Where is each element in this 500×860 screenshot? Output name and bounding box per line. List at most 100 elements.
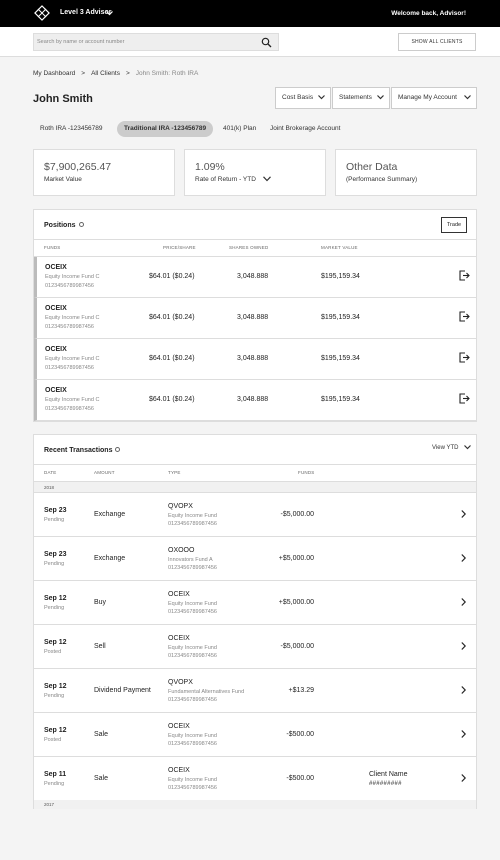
transaction-account: 0123456789987456 bbox=[168, 565, 217, 571]
transaction-account: 0123456789987456 bbox=[168, 785, 217, 791]
transaction-kind: Sale bbox=[94, 731, 109, 738]
position-row: OCEIX Equity Income Fund C 0123456789987… bbox=[34, 380, 476, 421]
tab-401k[interactable]: 401(k) Plan bbox=[223, 121, 256, 137]
role-selector[interactable]: Level 3 Advisor bbox=[60, 9, 112, 16]
transaction-row[interactable]: Sep 12 Posted Sell OCEIX Equity Income F… bbox=[34, 625, 476, 669]
top-bar: Level 3 Advisor Welcome back, Advisor! bbox=[0, 0, 500, 27]
year-divider: 2017 bbox=[34, 800, 476, 809]
header-type: TYPE bbox=[168, 470, 181, 475]
search-input[interactable] bbox=[37, 36, 257, 48]
transaction-account: 0123456789987456 bbox=[168, 521, 217, 527]
position-shares: 3,048.888 bbox=[237, 314, 269, 321]
chevron-right-icon[interactable] bbox=[461, 510, 466, 518]
chevron-right-icon[interactable] bbox=[461, 686, 466, 694]
transaction-ticker: QVOPX bbox=[168, 679, 193, 686]
performance-summary-label: (Performance Summary) bbox=[346, 176, 418, 183]
position-fund: Equity Income Fund C bbox=[45, 397, 100, 403]
transaction-date: Sep 12 bbox=[44, 595, 67, 602]
position-fund: Equity Income Fund C bbox=[45, 274, 100, 280]
view-ytd-dropdown[interactable]: View YTD bbox=[432, 445, 472, 451]
position-shares: 3,048.888 bbox=[237, 273, 269, 280]
transaction-status: Pending bbox=[44, 561, 65, 567]
breadcrumb-separator: > bbox=[125, 70, 130, 77]
transaction-row[interactable]: Sep 11 Pending Sale OCEIX Equity Income … bbox=[34, 757, 476, 801]
position-value: $195,159.34 bbox=[321, 273, 360, 280]
tab-roth-ira[interactable]: Roth IRA -123456789 bbox=[40, 121, 103, 137]
position-value: $195,159.34 bbox=[321, 355, 360, 362]
header-date: DATE bbox=[44, 470, 57, 475]
transactions-panel: Recent Transactions View YTD DATE AMOUNT… bbox=[33, 434, 477, 809]
transaction-kind: Buy bbox=[94, 599, 107, 606]
cost-basis-label: Cost Basis bbox=[282, 94, 314, 101]
chevron-down-icon bbox=[464, 445, 472, 450]
position-value: $195,159.34 bbox=[321, 314, 360, 321]
transaction-value: -$500.00 bbox=[286, 775, 314, 782]
position-price: $64.01 ($0.24) bbox=[149, 314, 195, 321]
transaction-row[interactable]: Sep 12 Posted Sale OCEIX Equity Income F… bbox=[34, 713, 476, 757]
header-shares-owned: SHARES OWNED bbox=[229, 245, 269, 250]
exit-icon[interactable] bbox=[459, 352, 470, 363]
chevron-right-icon[interactable] bbox=[461, 598, 466, 606]
position-row: OCEIX Equity Income Fund C 0123456789987… bbox=[34, 298, 476, 339]
transaction-date: Sep 12 bbox=[44, 727, 67, 734]
manage-account-label: Manage My Account bbox=[398, 94, 457, 101]
transaction-fund: Fundamental Alternatives Fund bbox=[168, 689, 245, 695]
transaction-account: 0123456789987456 bbox=[168, 653, 217, 659]
transaction-row[interactable]: Sep 23 Pending Exchange QVOPX Equity Inc… bbox=[34, 493, 476, 537]
cost-basis-dropdown[interactable]: Cost Basis bbox=[275, 87, 331, 109]
chevron-right-icon[interactable] bbox=[461, 774, 466, 782]
transaction-row[interactable]: Sep 23 Pending Exchange OXOOO Innovators… bbox=[34, 537, 476, 581]
info-icon[interactable] bbox=[115, 446, 121, 452]
transaction-status: Posted bbox=[44, 737, 62, 743]
rate-of-return-label: Rate of Return - YTD bbox=[195, 176, 271, 183]
exit-icon[interactable] bbox=[459, 270, 470, 281]
transaction-ticker: OCEIX bbox=[168, 591, 190, 598]
search-box bbox=[33, 33, 279, 51]
positions-panel: Positions Trade FUNDS PRICE/SHARE SHARES… bbox=[33, 209, 477, 422]
chevron-right-icon[interactable] bbox=[461, 554, 466, 562]
breadcrumb-separator: > bbox=[81, 70, 86, 77]
breadcrumb-current: John Smith: Roth IRA bbox=[135, 70, 199, 77]
transaction-status: Pending bbox=[44, 605, 65, 611]
search-icon[interactable] bbox=[261, 37, 272, 48]
transaction-date: Sep 11 bbox=[44, 771, 67, 778]
trade-button[interactable]: Trade bbox=[441, 217, 467, 233]
positions-title: Positions bbox=[44, 221, 84, 229]
tab-joint-brokerage[interactable]: Joint Brokerage Account bbox=[270, 121, 340, 137]
show-all-clients-button[interactable]: SHOW ALL CLIENTS bbox=[398, 33, 476, 51]
chevron-right-icon[interactable] bbox=[461, 642, 466, 650]
rate-of-return-text: Rate of Return - YTD bbox=[195, 176, 256, 183]
transactions-title: Recent Transactions bbox=[44, 446, 121, 454]
transaction-value: +$5,000.00 bbox=[278, 599, 314, 606]
position-account: 0123456789987456 bbox=[45, 324, 94, 330]
transaction-row[interactable]: Sep 12 Pending Buy OCEIX Equity Income F… bbox=[34, 581, 476, 625]
statements-dropdown[interactable]: Statements bbox=[332, 87, 390, 109]
breadcrumb-all-clients[interactable]: All Clients bbox=[91, 70, 120, 77]
chevron-right-icon[interactable] bbox=[461, 730, 466, 738]
client-name-label: Client Name bbox=[369, 771, 408, 778]
exit-icon[interactable] bbox=[459, 393, 470, 404]
position-account: 0123456789987456 bbox=[45, 406, 94, 412]
transaction-date: Sep 12 bbox=[44, 683, 67, 690]
transaction-value: -$5,000.00 bbox=[280, 511, 314, 518]
tab-traditional-ira[interactable]: Traditional IRA -123456789 bbox=[117, 121, 214, 137]
transaction-row[interactable]: Sep 12 Pending Dividend Payment QVOPX Fu… bbox=[34, 669, 476, 713]
rate-of-return-card[interactable]: 1.09% Rate of Return - YTD bbox=[184, 149, 326, 196]
header-market-value: MARKET VALUE bbox=[321, 245, 358, 250]
chevron-down-icon[interactable] bbox=[106, 11, 113, 16]
transaction-value: -$500.00 bbox=[286, 731, 314, 738]
breadcrumb-dashboard[interactable]: My Dashboard bbox=[33, 70, 75, 77]
manage-account-dropdown[interactable]: Manage My Account bbox=[391, 87, 477, 109]
other-data: Other Data bbox=[346, 161, 398, 173]
exit-icon[interactable] bbox=[459, 311, 470, 322]
logo-icon[interactable] bbox=[34, 5, 50, 21]
client-name: John Smith bbox=[33, 93, 93, 105]
year-label: 2018 bbox=[44, 485, 55, 490]
info-icon[interactable] bbox=[78, 221, 84, 227]
transaction-value: -$5,000.00 bbox=[280, 643, 314, 650]
position-shares: 3,048.888 bbox=[237, 355, 269, 362]
chevron-down-icon[interactable] bbox=[262, 176, 271, 182]
transaction-account: 0123456789987456 bbox=[168, 697, 217, 703]
divider bbox=[34, 464, 476, 465]
market-value: $7,900,265.47 bbox=[44, 161, 112, 173]
